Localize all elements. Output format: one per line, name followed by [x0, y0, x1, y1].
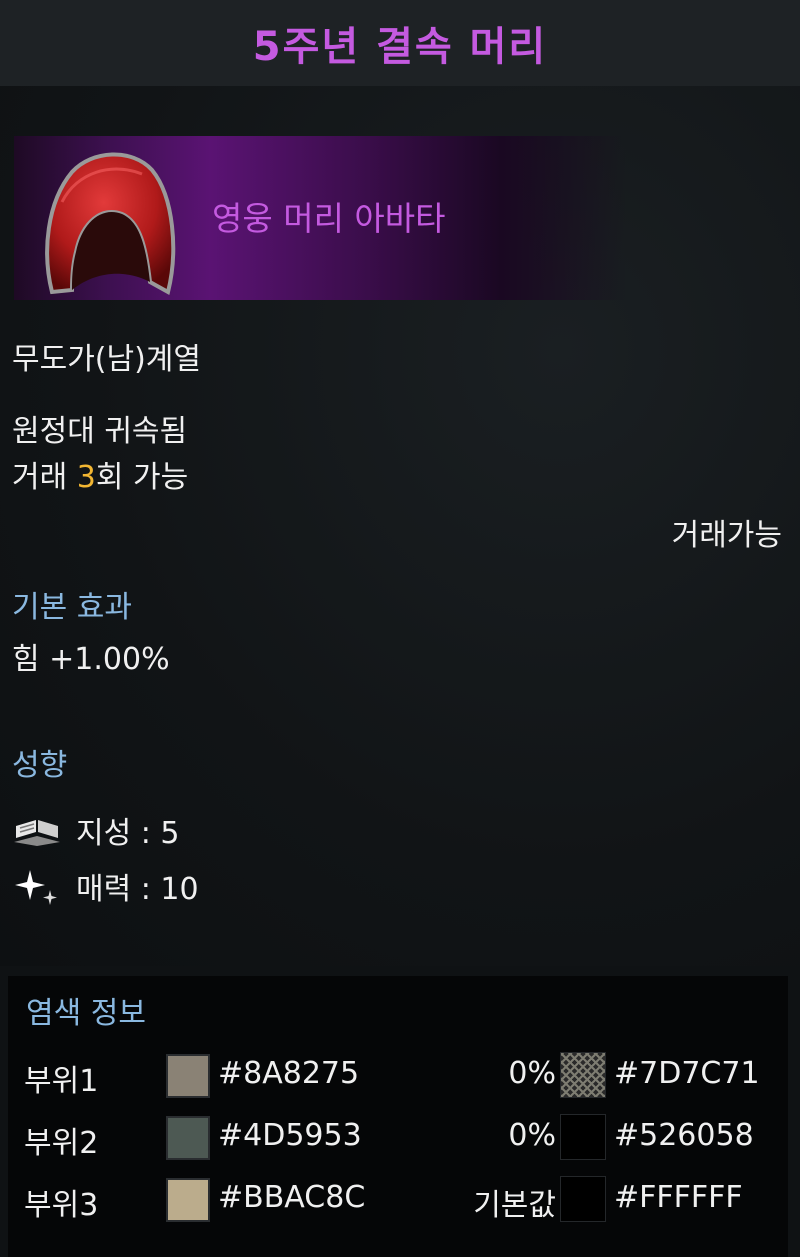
title-bar: 5주년 결속 머리	[0, 0, 800, 86]
trade-count-value: 3	[76, 460, 96, 495]
item-banner: 영웅 머리 아바타	[14, 136, 800, 300]
trade-prefix: 거래	[12, 460, 77, 495]
dye-row: 부위1 #8A8275 0% #7D7C71	[8, 1048, 788, 1104]
trade-count: 거래 3회 가능	[12, 452, 188, 496]
dye-color-hex: #4D5953	[218, 1118, 362, 1153]
dye-pattern-swatch[interactable]	[560, 1176, 606, 1222]
dye-pattern-percent: 기본값	[473, 1188, 556, 1223]
item-grade-label: 영웅 머리 아바타	[212, 199, 446, 238]
dye-color-swatch[interactable]	[166, 1178, 210, 1222]
dye-pattern-swatch[interactable]	[560, 1114, 606, 1160]
dye-row: 부위3 #BBAC8C 기본값 #FFFFFF	[8, 1172, 788, 1228]
open-book-icon	[14, 820, 60, 846]
dye-row: 부위2 #4D5953 0% #526058	[8, 1110, 788, 1166]
dye-color-hex: #BBAC8C	[218, 1180, 366, 1215]
base-effect-heading: 기본 효과	[12, 590, 132, 625]
trait-charm: 매력 : 10	[12, 864, 199, 908]
dye-part-label: 부위3	[24, 1188, 99, 1223]
dye-part-label: 부위1	[24, 1064, 99, 1099]
item-title: 5주년 결속 머리	[252, 24, 548, 70]
traits-heading: 성향	[12, 748, 68, 783]
sparkle-icon	[15, 870, 57, 905]
class-restriction: 무도가(남)계열	[12, 342, 202, 377]
dye-pattern-swatch[interactable]	[560, 1052, 606, 1098]
trade-status: 거래가능	[671, 518, 782, 553]
trait-intellect: 지성 : 5	[12, 808, 179, 852]
dye-color-swatch[interactable]	[166, 1054, 210, 1098]
red-hood-icon	[45, 152, 176, 296]
dye-pattern-hex: #526058	[614, 1118, 754, 1153]
dye-part-label: 부위2	[24, 1126, 99, 1161]
dye-pattern-hex: #FFFFFF	[614, 1180, 743, 1215]
dye-pattern-percent: 0%	[508, 1118, 556, 1153]
bound-status: 원정대 귀속됨	[12, 414, 188, 449]
dye-heading: 염색 정보	[26, 996, 146, 1031]
base-effect-value: 힘 +1.00%	[12, 642, 170, 677]
dye-pattern-hex: #7D7C71	[614, 1056, 760, 1091]
trait-intellect-label: 지성 : 5	[76, 816, 180, 851]
dye-pattern-percent: 0%	[508, 1056, 556, 1091]
trait-charm-label: 매력 : 10	[76, 872, 199, 907]
dye-info-panel: 염색 정보 부위1 #8A8275 0% #7D7C71 부위2 #4D5953…	[8, 976, 788, 1257]
trade-suffix: 회 가능	[95, 460, 189, 495]
dye-color-swatch[interactable]	[166, 1116, 210, 1160]
dye-color-hex: #8A8275	[218, 1056, 360, 1091]
item-tooltip: 영웅 머리 아바타 무도가(남)계열 원정대 귀속됨 거래 3회 가능 거래가능…	[0, 86, 800, 966]
